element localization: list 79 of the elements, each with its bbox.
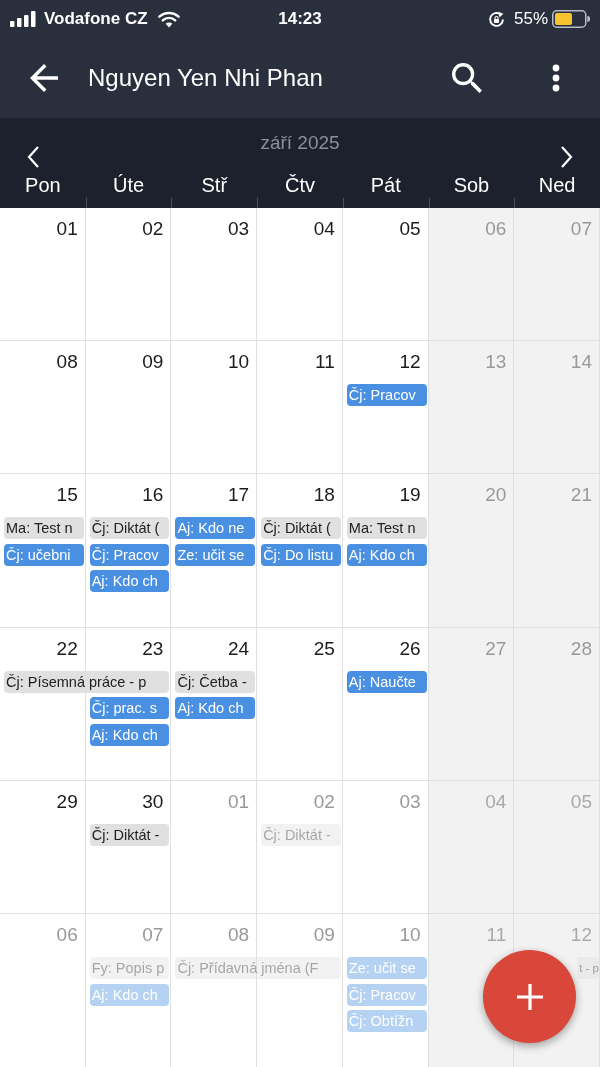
battery-percent: 55%	[513, 8, 548, 31]
day-number: 11	[315, 350, 335, 374]
day-number: 08	[228, 923, 250, 947]
day-number: 16	[142, 483, 164, 507]
weekday-label: Úte	[113, 173, 145, 198]
plus-icon	[516, 983, 543, 1010]
day-number: 12	[399, 350, 421, 374]
more-options-icon	[552, 64, 560, 92]
day-number: 04	[313, 217, 335, 241]
day-number: 01	[56, 217, 78, 241]
day-number: 10	[228, 350, 250, 374]
day-number: 10	[399, 923, 421, 947]
day-number: 08	[56, 350, 78, 374]
event-chip[interactable]: Čj: Diktát (	[89, 517, 170, 539]
day-number: 29	[56, 790, 78, 814]
back-arrow-icon	[30, 64, 58, 92]
event-chip[interactable]: Čj: Četba -	[175, 670, 256, 693]
month-label: září 2025	[260, 131, 340, 155]
weekday-label: Ned	[538, 173, 576, 198]
day-number: 12	[570, 923, 592, 947]
day-number: 11	[486, 923, 507, 947]
event-chip[interactable]: Ma: Test n	[4, 517, 84, 539]
day-number: 02	[313, 790, 335, 814]
day-number: 03	[228, 217, 250, 241]
event-chip[interactable]: Ze: učit se	[175, 543, 256, 566]
event-chip[interactable]: Čj: učebni	[4, 543, 84, 566]
day-number: 27	[485, 636, 507, 661]
day-number: 25	[313, 636, 335, 661]
day-number: 26	[399, 636, 421, 661]
event-chip[interactable]: Ma: Test n	[346, 517, 427, 539]
weekday-label: Pon	[25, 173, 61, 198]
day-number: 28	[570, 636, 592, 661]
day-number: 01	[228, 790, 250, 814]
day-number: 05	[570, 790, 592, 814]
day-number: 13	[485, 350, 507, 374]
page-title: Nguyen Yen Nhi Phan	[88, 63, 323, 93]
rotation-lock-icon	[487, 10, 505, 28]
day-number: 21	[570, 483, 592, 507]
day-number: 09	[313, 923, 335, 947]
day-number: 30	[142, 790, 164, 814]
day-number: 09	[142, 350, 164, 374]
day-number: 14	[570, 350, 592, 374]
signal-icon	[10, 11, 37, 27]
battery-icon	[552, 10, 590, 28]
chevron-right-icon	[560, 145, 574, 169]
day-number: 07	[570, 217, 592, 241]
event-chip[interactable]: Aj: Kdo ch	[89, 570, 170, 592]
clock-time: 14:23	[278, 8, 322, 31]
weekday-label: Čtv	[285, 173, 315, 198]
search-icon	[452, 63, 482, 93]
day-number: 07	[142, 923, 164, 947]
weekday-label: Stř	[201, 173, 228, 198]
event-chip[interactable]: Čj: prac. s	[89, 697, 170, 719]
day-number: 22	[56, 636, 78, 661]
event-chip[interactable]: Čj: Diktát -	[89, 824, 170, 846]
day-number: 23	[142, 636, 164, 661]
day-number: 18	[313, 483, 335, 507]
day-number: 19	[399, 483, 421, 507]
day-number: 05	[399, 217, 421, 241]
carrier-name: Vodafone CZ	[44, 8, 148, 31]
event-chip[interactable]: Čj: Diktát (	[261, 517, 341, 539]
event-chip[interactable]: Aj: Kdo ne	[175, 517, 256, 539]
day-number: 24	[228, 636, 250, 661]
day-number: 04	[485, 790, 507, 814]
day-number: 17	[228, 483, 250, 507]
wifi-icon	[157, 10, 180, 28]
chevron-left-icon	[26, 145, 40, 169]
day-number: 15	[56, 483, 78, 507]
day-number: 06	[56, 923, 78, 947]
day-number: 03	[399, 790, 421, 814]
day-number: 02	[142, 217, 164, 241]
event-chip[interactable]: Čj: Písemná práce - p	[4, 670, 170, 693]
event-chip[interactable]: Čj: Pracov	[346, 384, 427, 406]
day-number: 06	[485, 217, 507, 241]
weekday-label: Pát	[370, 173, 401, 198]
event-chip[interactable]: Aj: Kdo ch	[175, 697, 256, 719]
day-number: 20	[485, 483, 507, 507]
weekday-label: Sob	[453, 173, 490, 198]
event-chip[interactable]: Čj: Do listu	[261, 543, 341, 566]
